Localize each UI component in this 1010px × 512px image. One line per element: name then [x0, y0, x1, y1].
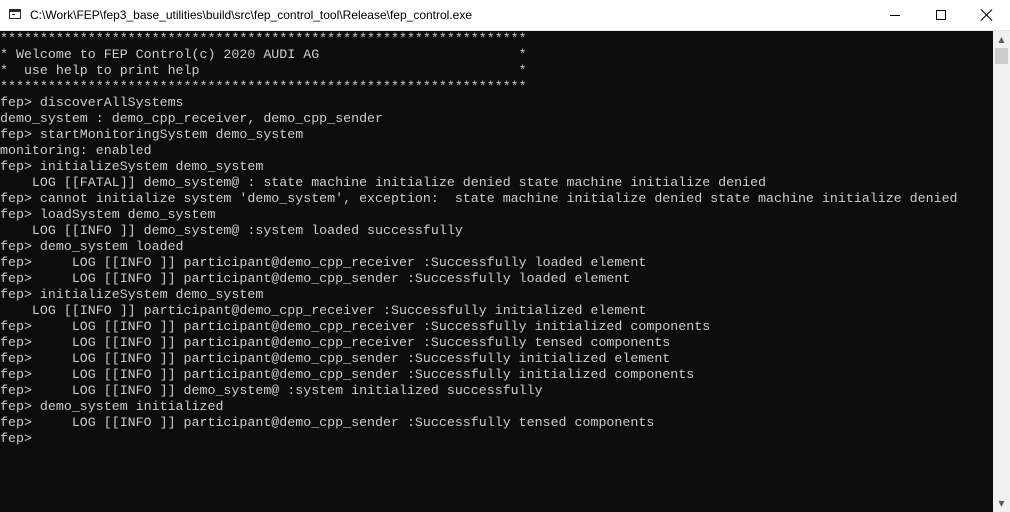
console-line: demo_system : demo_cpp_receiver, demo_cp… — [0, 111, 384, 126]
console-line: fep> cannot initialize system 'demo_syst… — [0, 191, 958, 206]
console-line: * use help to print help * — [0, 63, 527, 78]
scroll-thumb[interactable] — [995, 48, 1008, 64]
console-line: fep> demo_system initialized — [0, 399, 224, 414]
console-window: C:\Work\FEP\fep3_base_utilities\build\sr… — [0, 0, 1010, 512]
console-line: fep> — [0, 431, 32, 446]
console-line: fep> LOG [[INFO ]] participant@demo_cpp_… — [0, 255, 647, 270]
console-line: ****************************************… — [0, 79, 527, 94]
console-line: fep> LOG [[INFO ]] participant@demo_cpp_… — [0, 271, 631, 286]
chevron-up-icon: ▲ — [998, 35, 1005, 44]
console-line: fep> discoverAllSystems — [0, 95, 184, 110]
console-line: fep> demo_system loaded — [0, 239, 184, 254]
console-line: monitoring: enabled — [0, 143, 152, 158]
close-icon — [980, 8, 994, 22]
console-app-icon[interactable] — [9, 9, 21, 19]
console-output[interactable]: ****************************************… — [0, 31, 993, 512]
console-line: fep> LOG [[INFO ]] participant@demo_cpp_… — [0, 351, 671, 366]
console-line: LOG [[INFO ]] demo_system@ :system loade… — [0, 223, 463, 238]
window-title: C:\Work\FEP\fep3_base_utilities\build\sr… — [30, 8, 473, 22]
console-line: LOG [[FATAL]] demo_system@ : state machi… — [0, 175, 767, 190]
console-line: ****************************************… — [0, 31, 527, 46]
maximize-icon — [936, 10, 946, 20]
scroll-up-button[interactable]: ▲ — [993, 31, 1010, 48]
vertical-scrollbar[interactable]: ▲ ▼ — [993, 31, 1010, 512]
console-line: * Welcome to FEP Control(c) 2020 AUDI AG… — [0, 47, 527, 62]
console-line: LOG [[INFO ]] participant@demo_cpp_recei… — [0, 303, 647, 318]
minimize-icon — [890, 15, 900, 16]
maximize-button[interactable] — [918, 0, 964, 30]
title-bar[interactable]: C:\Work\FEP\fep3_base_utilities\build\sr… — [0, 0, 1010, 31]
console-line: fep> LOG [[INFO ]] participant@demo_cpp_… — [0, 335, 671, 350]
console-lines: ****************************************… — [0, 31, 993, 447]
console-line: fep> LOG [[INFO ]] participant@demo_cpp_… — [0, 415, 655, 430]
console-line: fep> LOG [[INFO ]] demo_system@ :system … — [0, 383, 543, 398]
close-button[interactable] — [964, 0, 1010, 30]
console-line: fep> loadSystem demo_system — [0, 207, 216, 222]
chevron-down-icon: ▼ — [998, 499, 1005, 508]
scroll-down-button[interactable]: ▼ — [993, 495, 1010, 512]
console-line: fep> initializeSystem demo_system — [0, 159, 264, 174]
console-line: fep> LOG [[INFO ]] participant@demo_cpp_… — [0, 367, 695, 382]
console-line: fep> initializeSystem demo_system — [0, 287, 264, 302]
minimize-button[interactable] — [872, 0, 918, 30]
console-line: fep> startMonitoringSystem demo_system — [0, 127, 304, 142]
console-line: fep> LOG [[INFO ]] participant@demo_cpp_… — [0, 319, 711, 334]
